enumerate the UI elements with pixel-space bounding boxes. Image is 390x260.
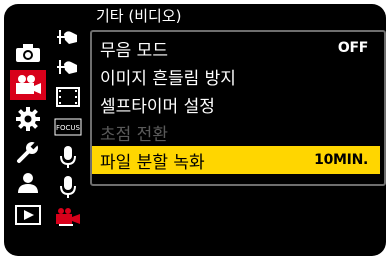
page-title: 기타 (비디오)	[96, 7, 182, 25]
subtab-7-active[interactable]	[50, 202, 86, 232]
wrench-icon	[16, 140, 40, 164]
menu-item-value: OFF	[337, 40, 368, 56]
subtab-3[interactable]	[50, 82, 86, 112]
tab-setup[interactable]	[10, 137, 46, 167]
video-camera-icon	[14, 74, 42, 96]
tab-my-menu[interactable]	[10, 168, 46, 198]
menu-item-segmented-file-recording[interactable]: 파일 분할 녹화 10MIN.	[92, 146, 380, 174]
subtab-6[interactable]	[50, 172, 86, 202]
menu-item-label: 셀프타이머 설정	[100, 96, 215, 117]
subtab-5[interactable]	[50, 142, 86, 172]
gear-icon	[16, 107, 40, 131]
tab-photo[interactable]	[10, 38, 46, 68]
menu-list: 무음 모드 OFF 이미지 흔들림 방지 셀프타이머 설정 초점 전환 파일 분…	[90, 30, 386, 186]
menu-item-self-timer[interactable]: 셀프타이머 설정	[92, 90, 380, 118]
menu-item-label: 초점 전환	[100, 124, 168, 145]
playback-icon	[15, 205, 41, 225]
video-red-icon	[55, 208, 81, 226]
tab-video[interactable]	[10, 70, 46, 100]
menu-item-label: 이미지 흔들림 방지	[100, 68, 236, 89]
menu-item-focus-transition: 초점 전환	[92, 118, 380, 146]
focus-icon-label: FOCUS	[56, 124, 81, 132]
subtab-2[interactable]	[50, 52, 86, 82]
camera-menu-screen: 기타 (비디오) FOCUS 무음 모드 OFF 이미지 흔들림 방지 셀프타이…	[4, 4, 386, 256]
focus-icon: FOCUS	[54, 118, 82, 136]
menu-item-silent-mode[interactable]: 무음 모드 OFF	[92, 34, 380, 62]
tab-custom[interactable]	[10, 104, 46, 134]
user-icon	[17, 172, 39, 194]
subtab-4[interactable]: FOCUS	[50, 112, 86, 142]
menu-item-label: 무음 모드	[100, 40, 168, 61]
menu-item-label: 파일 분할 녹화	[100, 152, 205, 173]
menu-item-image-stabilizer[interactable]: 이미지 흔들림 방지	[92, 62, 380, 90]
mic-icon	[59, 145, 77, 169]
mic-icon	[59, 175, 77, 199]
subtab-1[interactable]	[50, 22, 86, 52]
camera-icon	[15, 43, 41, 63]
ibis-hand-icon	[57, 56, 79, 78]
menu-item-value: 10MIN.	[314, 152, 368, 168]
ibis-hand-icon	[57, 26, 79, 48]
tab-playback[interactable]	[10, 200, 46, 230]
film-icon	[56, 87, 80, 107]
